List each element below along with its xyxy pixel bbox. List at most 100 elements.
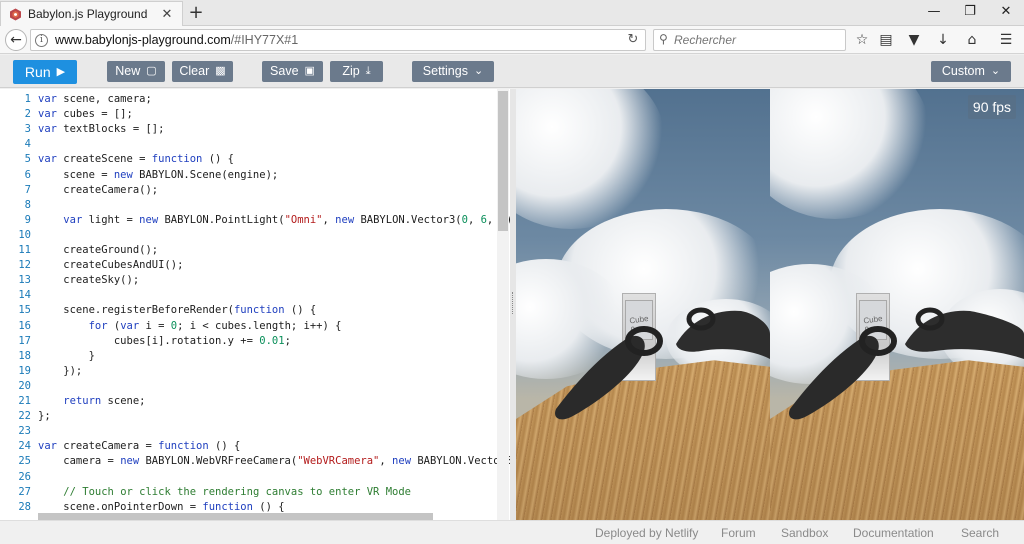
- vertical-scrollbar-thumb[interactable]: [498, 91, 508, 231]
- line-number: 5: [24, 153, 31, 166]
- browser-nav-bar: ← i www.babylonjs-playground.com/#IHY77X…: [0, 26, 1024, 54]
- play-icon: ▶: [56, 65, 66, 78]
- restore-window-icon[interactable]: ❐: [952, 0, 988, 24]
- footer: Deployed by Netlify Forum Sandbox Docume…: [0, 520, 1024, 544]
- bookmark-star-icon[interactable]: ☆: [852, 30, 872, 50]
- line-number: 1: [24, 93, 31, 105]
- line-number: 11: [18, 244, 31, 256]
- footer-link-sandbox[interactable]: Sandbox: [781, 526, 828, 540]
- minimize-window-icon[interactable]: —: [916, 0, 952, 24]
- footer-link-netlify[interactable]: Deployed by Netlify: [595, 526, 698, 540]
- code-line[interactable]: scene.registerBeforeRender(function () {: [38, 304, 316, 316]
- search-input[interactable]: [674, 32, 842, 48]
- code-line[interactable]: var textBlocks = [];: [38, 123, 164, 135]
- url-path: /#IHY77X#1: [230, 33, 299, 47]
- new-tab-button[interactable]: +: [186, 3, 206, 23]
- reading-list-icon[interactable]: ▤: [876, 30, 896, 50]
- url-text: www.babylonjs-playground.com/#IHY77X#1: [55, 33, 298, 47]
- line-number: 20: [18, 379, 31, 392]
- code-line[interactable]: for (var i = 0; i < cubes.length; i++) {: [38, 320, 342, 332]
- url-domain: www.babylonjs-playground.com: [55, 33, 231, 47]
- reload-icon[interactable]: ↻: [625, 32, 641, 48]
- line-number: 25: [18, 455, 31, 468]
- pocket-icon[interactable]: ▼: [904, 30, 924, 50]
- line-number: 17: [18, 334, 31, 347]
- code-line[interactable]: };: [38, 410, 51, 422]
- chevron-down-icon: ⌄: [473, 65, 484, 77]
- file-icon: ▢: [146, 65, 157, 77]
- code-line[interactable]: var createScene = function () {: [38, 153, 234, 165]
- chevron-down-icon: ⌄: [990, 65, 1001, 77]
- code-line[interactable]: return scene;: [38, 395, 145, 407]
- horizontal-scrollbar-thumb[interactable]: [38, 513, 433, 520]
- code-editor[interactable]: 1 2 3 4 5 6 7 8 9 10 11 12 13 14 15 16 17 18 19 20 21 22 23 24 2…: [0, 89, 510, 520]
- home-icon[interactable]: ⌂: [962, 30, 982, 50]
- save-button[interactable]: Save ▣: [262, 61, 323, 82]
- fps-counter: 90 fps: [968, 95, 1016, 119]
- splitter-grip-icon[interactable]: [512, 292, 514, 314]
- right-eye-view: Cube 0: [770, 89, 1024, 520]
- run-button[interactable]: Run ▶: [13, 60, 77, 84]
- code-line[interactable]: cubes[i].rotation.y += 0.01;: [38, 335, 291, 347]
- code-line[interactable]: createSky();: [38, 274, 139, 286]
- line-number: 12: [18, 259, 31, 272]
- code-line[interactable]: var light = new BABYLON.PointLight("Omni…: [38, 214, 510, 226]
- line-number: 7: [24, 183, 31, 196]
- line-number: 22: [18, 410, 31, 423]
- line-number: 23: [18, 425, 31, 438]
- code-line[interactable]: scene = new BABYLON.Scene(engine);: [38, 169, 278, 181]
- line-number: 4: [24, 138, 31, 151]
- clear-button[interactable]: Clear ▩: [172, 61, 233, 82]
- search-box[interactable]: ⚲: [653, 29, 846, 51]
- code-line[interactable]: });: [38, 365, 82, 377]
- code-line[interactable]: var scene, camera;: [38, 93, 152, 105]
- footer-link-search[interactable]: Search: [961, 526, 999, 540]
- line-number: 2: [24, 108, 31, 121]
- code-line[interactable]: createCamera();: [38, 184, 158, 196]
- clear-button-label: Clear: [179, 64, 210, 78]
- code-line[interactable]: }: [38, 350, 95, 362]
- new-button[interactable]: New ▢: [107, 61, 165, 82]
- code-line[interactable]: scene.onPointerDown = function () {: [38, 501, 284, 513]
- line-number: 18: [18, 349, 31, 362]
- footer-link-forum[interactable]: Forum: [721, 526, 756, 540]
- line-number: 10: [18, 228, 31, 241]
- code-line[interactable]: createGround();: [38, 244, 158, 256]
- line-number: 14: [18, 289, 31, 302]
- line-number: 16: [18, 319, 31, 332]
- render-canvas[interactable]: Cube 0 Cube 0: [516, 89, 1024, 520]
- browser-tab-bar: Babylon.js Playground ✕ + — ❐ ✕: [0, 0, 1024, 26]
- code-line[interactable]: createCubesAndUI();: [38, 259, 183, 271]
- footer-link-documentation[interactable]: Documentation: [853, 526, 934, 540]
- line-number: 6: [24, 168, 31, 181]
- new-button-label: New: [115, 64, 141, 78]
- run-button-label: Run: [24, 63, 51, 80]
- settings-dropdown[interactable]: Settings ⌄: [412, 61, 494, 82]
- browser-tab-playground[interactable]: Babylon.js Playground ✕: [0, 1, 183, 26]
- custom-dropdown[interactable]: Custom ⌄: [931, 61, 1011, 82]
- code-line[interactable]: // Touch or click the rendering canvas t…: [38, 486, 411, 498]
- back-arrow-icon[interactable]: ←: [5, 29, 27, 51]
- settings-dropdown-label: Settings: [422, 64, 468, 78]
- code-line[interactable]: var cubes = [];: [38, 108, 133, 120]
- close-window-icon[interactable]: ✕: [988, 0, 1024, 24]
- info-icon[interactable]: i: [35, 34, 48, 47]
- zip-button[interactable]: Zip ⤓: [330, 61, 383, 82]
- url-bar[interactable]: i www.babylonjs-playground.com/#IHY77X#1…: [30, 29, 646, 51]
- line-number: 19: [18, 364, 31, 377]
- line-number: 13: [18, 274, 31, 287]
- line-number: 26: [18, 470, 31, 483]
- hamburger-menu-icon[interactable]: ☰: [996, 30, 1016, 50]
- line-number-gutter: 1 2 3 4 5 6 7 8 9 10 11 12 13 14 15 16 17 18 19 20 21 22 23 24 2…: [0, 89, 34, 520]
- custom-dropdown-label: Custom: [941, 64, 985, 78]
- code-line[interactable]: camera = new BABYLON.WebVRFreeCamera("We…: [38, 455, 510, 467]
- download-icon[interactable]: ↓: [933, 30, 953, 50]
- close-tab-icon[interactable]: ✕: [160, 7, 174, 22]
- line-number: 24: [18, 440, 31, 453]
- line-number: 28: [18, 500, 31, 513]
- tab-title: Babylon.js Playground: [28, 7, 148, 21]
- floppy-disk-icon: ▣: [304, 65, 315, 77]
- left-eye-view: Cube 0: [516, 89, 770, 520]
- line-number: 8: [24, 198, 31, 211]
- code-line[interactable]: var createCamera = function () {: [38, 440, 240, 452]
